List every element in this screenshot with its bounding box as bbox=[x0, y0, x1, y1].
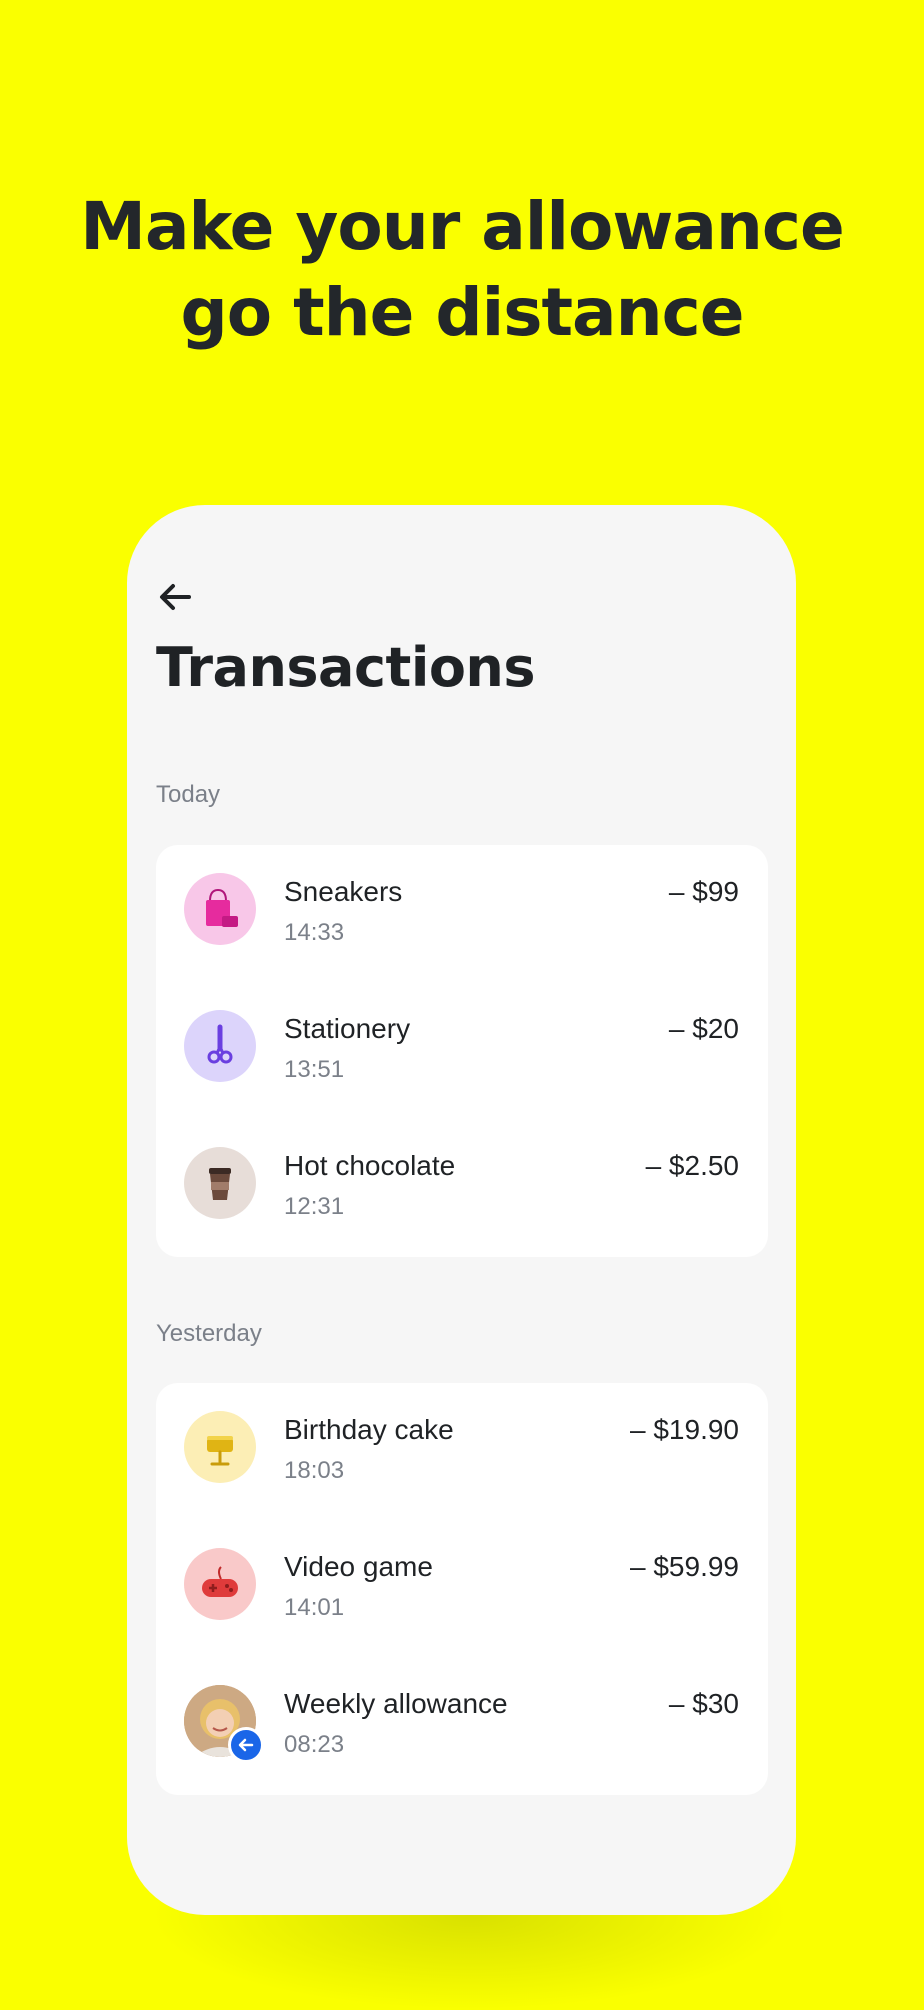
transaction-row-video-game[interactable]: Video game 14:01 – $59.99 bbox=[156, 1520, 768, 1657]
transaction-time: 12:31 bbox=[284, 1193, 345, 1220]
transaction-name: Video game bbox=[284, 1551, 433, 1582]
transaction-amount: – $2.50 bbox=[645, 1150, 739, 1181]
person-avatar-icon bbox=[184, 1685, 264, 1763]
transaction-time: 14:01 bbox=[284, 1594, 345, 1621]
arrow-left-icon bbox=[160, 584, 191, 610]
transaction-time: 18:03 bbox=[284, 1457, 345, 1484]
transaction-row-weekly-allowance[interactable]: Weekly allowance 08:23 – $30 bbox=[156, 1657, 768, 1794]
transaction-amount: – $59.99 bbox=[630, 1551, 739, 1582]
back-button[interactable] bbox=[155, 577, 195, 617]
transaction-amount: – $99 bbox=[668, 876, 739, 907]
transaction-name: Weekly allowance bbox=[284, 1688, 508, 1719]
transaction-name: Stationery bbox=[284, 1013, 411, 1044]
headline-line-1: Make your allowance bbox=[80, 188, 844, 266]
transaction-row-stationery[interactable]: Stationery 13:51 – $20 bbox=[156, 982, 768, 1119]
transaction-row-sneakers[interactable]: Sneakers 14:33 – $99 bbox=[156, 845, 768, 982]
page-title: Transactions bbox=[156, 636, 536, 699]
transaction-amount: – $19.90 bbox=[630, 1414, 739, 1445]
transactions-card-yesterday: Birthday cake 18:03 – $19.90 Video game … bbox=[156, 1383, 768, 1795]
transaction-name: Birthday cake bbox=[284, 1414, 454, 1445]
section-label-yesterday: Yesterday bbox=[156, 1320, 262, 1347]
transaction-row-hot-chocolate[interactable]: Hot chocolate 12:31 – $2.50 bbox=[156, 1119, 768, 1256]
transaction-time: 08:23 bbox=[284, 1731, 345, 1758]
transaction-row-birthday-cake[interactable]: Birthday cake 18:03 – $19.90 bbox=[156, 1383, 768, 1520]
transaction-time: 14:33 bbox=[284, 919, 345, 946]
phone-screen: Transactions Today Sneakers 14:33 – $99 bbox=[127, 505, 796, 1915]
gamepad-icon bbox=[184, 1548, 256, 1620]
shopping-bag-icon bbox=[184, 873, 256, 945]
scissors-icon bbox=[184, 1010, 256, 1082]
incoming-arrow-icon bbox=[228, 1727, 264, 1763]
transactions-card-today: Sneakers 14:33 – $99 Stationery 13:51 – … bbox=[156, 845, 768, 1257]
transaction-time: 13:51 bbox=[284, 1056, 345, 1083]
transaction-name: Sneakers bbox=[284, 876, 403, 907]
transaction-amount: – $30 bbox=[668, 1688, 739, 1719]
section-label-today: Today bbox=[156, 781, 221, 808]
headline-line-2: go the distance bbox=[180, 274, 745, 352]
transaction-name: Hot chocolate bbox=[284, 1150, 456, 1181]
coffee-cup-icon bbox=[184, 1147, 256, 1219]
cake-icon bbox=[184, 1411, 256, 1483]
headline: Make your allowance go the distance bbox=[0, 184, 924, 356]
transaction-amount: – $20 bbox=[668, 1013, 739, 1044]
